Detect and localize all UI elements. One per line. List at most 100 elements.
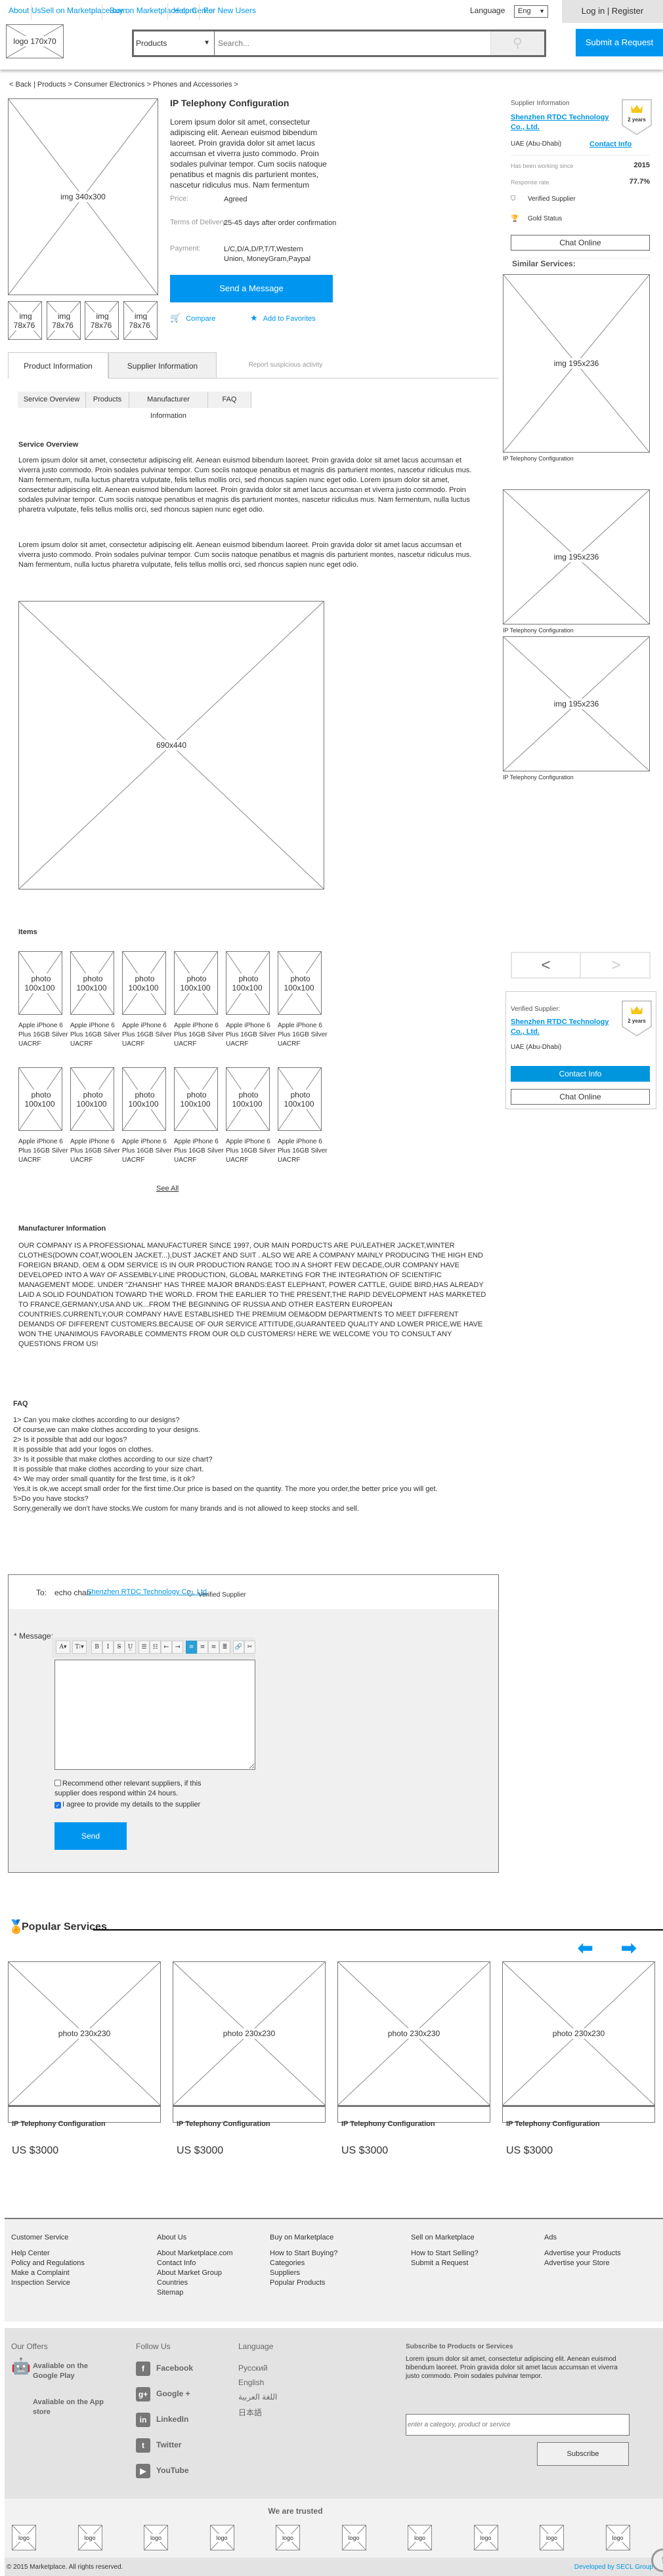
social-link-youtube[interactable]: ▶ YouTube [136, 2464, 189, 2478]
recommend-checkbox-row[interactable]: Recommend other relevant suppliers, if t… [54, 1779, 225, 1799]
trusted-logo[interactable]: logo [605, 2525, 630, 2550]
trusted-logo[interactable]: logo [341, 2525, 366, 2550]
item-name[interactable]: Apple iPhone 6 Plus 16GB Silver UACRF [18, 1021, 71, 1049]
back-link[interactable]: < Back | [9, 81, 35, 89]
chat-online-button[interactable]: Chat Online [511, 235, 650, 251]
footer-link[interactable]: Policy and Regulations [11, 2259, 85, 2268]
site-logo[interactable]: logo 170x70 [6, 24, 64, 58]
compare-link[interactable]: 🛒 Compare [170, 313, 215, 323]
next-button[interactable]: > [582, 953, 651, 977]
send-message-button[interactable]: Send a Message [170, 275, 333, 302]
similar-service-image[interactable]: img 195x236 [503, 636, 650, 771]
subscribe-button[interactable]: Subscribe [537, 2442, 629, 2466]
search-input[interactable] [218, 33, 487, 54]
product-thumbnail[interactable]: img 78x76 [8, 301, 42, 340]
item-name[interactable]: Apple iPhone 6 Plus 16GB Silver UACRF [122, 1137, 175, 1165]
font-size-button[interactable]: T⁝▾ [72, 1641, 87, 1654]
footer-link[interactable]: Make a Complaint [11, 2268, 70, 2278]
popular-service-card[interactable]: photo 230x230 [8, 1961, 161, 2123]
footer-link[interactable]: Popular Products [270, 2278, 325, 2288]
subscribe-input[interactable] [406, 2414, 630, 2436]
tab-product-information[interactable]: Product Information [8, 352, 108, 378]
item-name[interactable]: Apple iPhone 6 Plus 16GB Silver UACRF [18, 1137, 71, 1165]
popular-service-photo[interactable]: photo 230x230 [8, 1961, 161, 2106]
social-link-google[interactable]: g+ Google + [136, 2387, 190, 2402]
popular-service-photo[interactable]: photo 230x230 [173, 1961, 326, 2106]
submit-request-button[interactable]: Submit a Request [576, 29, 663, 56]
trusted-logo[interactable]: logo [276, 2525, 300, 2550]
font-button[interactable]: A▾ [56, 1641, 70, 1654]
similar-service-caption[interactable]: IP Telephony Configuration [503, 455, 574, 462]
footer-link[interactable]: How to Start Buying? [270, 2249, 337, 2259]
subtab-products[interactable]: Products [86, 392, 129, 408]
product-thumbnail[interactable]: img 78x76 [123, 301, 158, 340]
language-option[interactable]: اللغة العربية [238, 2392, 277, 2402]
chat-online-button[interactable]: Chat Online [511, 1089, 650, 1105]
item-photo[interactable]: photo 100x100 [226, 951, 270, 1015]
footer-link[interactable]: Contact Info [157, 2259, 196, 2268]
trusted-logo[interactable]: logo [540, 2525, 564, 2550]
verified-supplier-name-link[interactable]: Shenzhen RTDC Technology Co., Ltd. [511, 1017, 619, 1037]
prev-button[interactable]: < [512, 953, 581, 977]
align-left-button[interactable]: ≡ [186, 1641, 197, 1654]
footer-link[interactable]: Suppliers [270, 2268, 300, 2278]
search-category-select[interactable]: Products ▼ [134, 31, 215, 55]
similar-service-image[interactable]: img 195x236 [503, 489, 650, 624]
unlink-button[interactable]: ✂ [244, 1641, 255, 1654]
supplier-name-link[interactable]: Shenzhen RTDC Technology Co., Ltd. [511, 113, 619, 133]
search-button[interactable]: ⚲ [490, 31, 544, 55]
item-name[interactable]: Apple iPhone 6 Plus 16GB Silver UACRF [174, 1137, 226, 1165]
item-name[interactable]: Apple iPhone 6 Plus 16GB Silver UACRF [70, 1137, 123, 1165]
footer-link[interactable]: Sitemap [157, 2288, 183, 2298]
footer-link[interactable]: Advertise your Products [544, 2249, 621, 2259]
contact-info-button[interactable]: Contact Info [511, 1066, 650, 1082]
contact-info-link[interactable]: Contact Info [589, 140, 631, 148]
item-photo[interactable]: photo 100x100 [122, 951, 166, 1015]
popular-service-photo[interactable]: photo 230x230 [502, 1961, 655, 2106]
trusted-logo[interactable]: logo [408, 2525, 432, 2550]
similar-service-caption[interactable]: IP Telephony Configuration [503, 774, 574, 781]
footer-link[interactable]: Advertise your Store [544, 2259, 610, 2268]
item-photo[interactable]: photo 100x100 [278, 951, 322, 1015]
recommend-checkbox[interactable] [54, 1780, 61, 1786]
add-favorites-link[interactable]: ★ Add to Favorites [250, 313, 316, 323]
link-button[interactable]: 🔗 [233, 1641, 244, 1654]
footer-link[interactable]: Countries [157, 2278, 188, 2288]
item-photo[interactable]: photo 100x100 [122, 1067, 166, 1131]
breadcrumb-path[interactable]: Products > Consumer Electronics > Phones… [37, 81, 238, 89]
trusted-logo[interactable]: logo [77, 2525, 102, 2550]
product-main-image[interactable]: img 340x300 [8, 98, 158, 295]
language-option[interactable]: English [238, 2378, 264, 2387]
popular-service-photo[interactable]: photo 230x230 [337, 1961, 490, 2106]
strikethrough-button[interactable]: S̶ [114, 1641, 125, 1654]
language-option[interactable]: Русский [238, 2363, 268, 2373]
item-name[interactable]: Apple iPhone 6 Plus 16GB Silver UACRF [278, 1021, 330, 1049]
popular-service-card[interactable]: photo 230x230 [502, 1961, 655, 2123]
language-select[interactable]: Eng ▼ [514, 5, 548, 18]
item-photo[interactable]: photo 100x100 [70, 1067, 114, 1131]
trusted-logo[interactable]: logo [144, 2525, 168, 2550]
see-all-link[interactable]: See All [156, 1185, 179, 1193]
align-right-button[interactable]: ≡ [208, 1641, 219, 1654]
language-option[interactable]: 日本語 [238, 2407, 262, 2418]
trusted-logo[interactable]: logo [12, 2525, 36, 2550]
item-photo[interactable]: photo 100x100 [278, 1067, 322, 1131]
login-register-button[interactable]: Log in | Register [562, 0, 663, 23]
italic-button[interactable]: I [102, 1641, 114, 1654]
subtab-faq[interactable]: FAQ [208, 392, 251, 408]
footer-link[interactable]: Categories [270, 2259, 305, 2268]
agree-checkbox[interactable]: ✓ [54, 1802, 61, 1809]
popular-prev-arrow[interactable]: ⬅ [578, 1937, 593, 1959]
developer-link[interactable]: Developed by SECL Group [574, 2564, 653, 2571]
item-photo[interactable]: photo 100x100 [18, 1067, 62, 1131]
tab-supplier-information[interactable]: Supplier Information [108, 352, 217, 378]
product-thumbnail[interactable]: img 78x76 [85, 301, 119, 340]
popular-service-card[interactable]: photo 230x230 [337, 1961, 490, 2123]
social-link-facebook[interactable]: f Facebook [136, 2361, 193, 2376]
popular-service-name[interactable]: IP Telephony Configuration [177, 2120, 270, 2128]
item-name[interactable]: Apple iPhone 6 Plus 16GB Silver UACRF [226, 1021, 278, 1049]
similar-service-caption[interactable]: IP Telephony Configuration [503, 627, 574, 634]
popular-service-name[interactable]: IP Telephony Configuration [12, 2120, 106, 2128]
footer-link[interactable]: About Market Group [157, 2268, 222, 2278]
align-justify-button[interactable]: ≣ [219, 1641, 230, 1654]
